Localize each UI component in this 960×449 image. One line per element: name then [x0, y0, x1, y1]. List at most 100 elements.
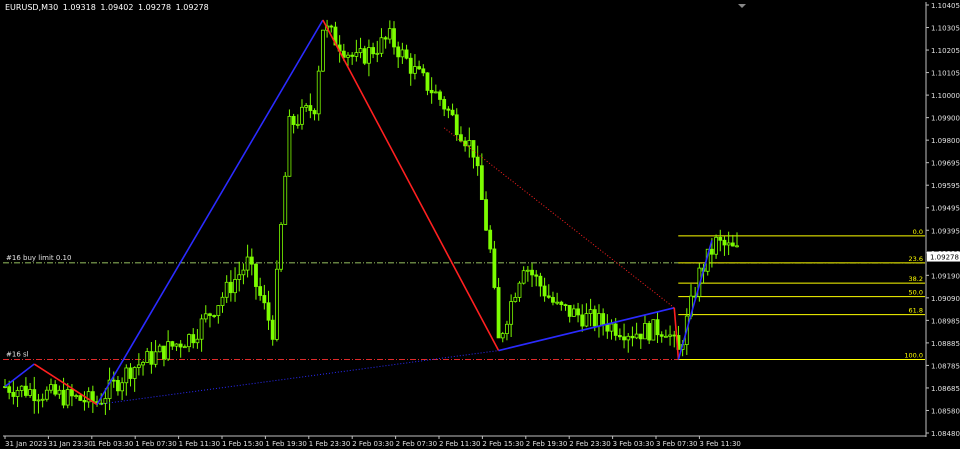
candle-body	[475, 156, 480, 167]
candle-body	[199, 318, 204, 340]
candle-body	[346, 54, 350, 58]
candle-body	[559, 301, 564, 306]
candle-body	[312, 110, 317, 115]
candle-body	[613, 323, 618, 336]
candle-body	[279, 224, 283, 270]
candle-body	[224, 281, 229, 298]
candle-body	[11, 392, 16, 397]
candle-body	[421, 68, 426, 74]
candle-body	[166, 341, 171, 360]
candle-body	[308, 105, 313, 111]
candle-body	[162, 345, 166, 360]
candle-body	[237, 274, 242, 280]
candle-body	[24, 385, 28, 396]
candle-body	[61, 389, 66, 406]
candle-body	[74, 395, 79, 397]
candle-body	[392, 28, 396, 48]
candle-body	[571, 308, 576, 317]
x-tick-label: 1 Feb 03:30	[92, 440, 133, 448]
candle-body	[638, 333, 643, 340]
candle-body	[609, 323, 614, 332]
candle-body	[429, 89, 434, 94]
candle-body	[517, 282, 522, 298]
zigzag-segment	[673, 307, 680, 360]
candle-body	[245, 256, 250, 271]
candle-body	[316, 70, 321, 115]
candle-body	[36, 399, 41, 402]
candle-body	[500, 333, 505, 339]
chart-frame	[3, 2, 927, 437]
candle-body	[651, 319, 656, 341]
candle-body	[15, 390, 20, 397]
candle-body	[459, 134, 463, 142]
candle-body	[396, 46, 401, 58]
candle-body	[471, 140, 476, 158]
price-line-label: #16 buy limit 0.10	[6, 254, 71, 262]
candle-body	[28, 389, 32, 396]
candle-body	[592, 309, 597, 327]
candle-body	[187, 334, 191, 348]
candle-body	[367, 47, 371, 64]
candle-body	[726, 242, 731, 246]
candle-body	[710, 248, 714, 255]
candle-body	[492, 248, 497, 288]
candle-body	[233, 279, 237, 294]
fib-level-label: 38.2	[909, 275, 923, 283]
y-tick-label: 1.10205	[931, 47, 960, 55]
candle-body	[576, 308, 580, 316]
y-tick-label: 1.08885	[931, 340, 960, 348]
candle-body	[634, 333, 639, 339]
x-tick-label: 2 Feb 15:30	[482, 440, 523, 448]
candle-body	[718, 236, 723, 241]
x-tick-label: 31 Jan 23:30	[48, 440, 92, 448]
candle-body	[65, 389, 70, 406]
candle-body	[584, 313, 589, 327]
y-tick-label: 1.08785	[931, 362, 960, 370]
candle-body	[283, 175, 288, 225]
candle-body	[320, 29, 325, 72]
scroll-marker-icon[interactable]	[738, 4, 746, 8]
candle-body	[425, 72, 430, 91]
candle-body	[208, 313, 212, 316]
candle-body	[647, 323, 652, 341]
projection-line	[443, 127, 675, 309]
candle-body	[103, 398, 108, 404]
candle-body	[521, 270, 526, 284]
y-tick-label: 1.09695	[931, 160, 960, 168]
price-chart[interactable]: #16 buy limit 0.10 #16 sl 0.0 23.6 38.2 50.0…	[0, 0, 960, 449]
candle-body	[413, 66, 417, 74]
candle-body	[400, 49, 405, 58]
candle-body	[442, 99, 447, 110]
x-tick-label: 3 Feb 07:30	[656, 440, 697, 448]
y-tick-label: 1.09190	[931, 272, 960, 280]
y-tick-label: 1.08580	[931, 407, 960, 415]
candle-body	[454, 114, 459, 136]
candle-body	[220, 296, 225, 306]
candle-body	[90, 391, 95, 403]
candle-body	[601, 313, 606, 326]
x-tick-label: 31 Jan 2023	[5, 440, 47, 448]
candle-body	[274, 268, 279, 340]
candle-body	[228, 281, 233, 294]
candle-body	[145, 351, 150, 363]
candle-body	[291, 115, 296, 125]
candle-body	[178, 343, 183, 348]
x-tick-label: 2 Feb 11:30	[439, 440, 480, 448]
candle-body	[626, 335, 631, 341]
y-tick-label: 1.10000	[931, 92, 960, 100]
candle-body	[78, 395, 83, 401]
candle-body	[450, 109, 455, 116]
candle-body	[509, 301, 514, 325]
candle-body	[605, 324, 610, 332]
candle-body	[555, 301, 560, 304]
candle-body	[287, 115, 292, 177]
y-tick-label: 1.09395	[931, 227, 960, 235]
candle-body	[735, 245, 739, 248]
y-tick-label: 1.10105	[931, 70, 960, 78]
candle-body	[672, 334, 677, 337]
candle-body	[597, 313, 601, 327]
candle-body	[254, 263, 258, 287]
candle-body	[617, 335, 622, 338]
candle-body	[542, 285, 547, 297]
fib-level-label: 100.0	[904, 352, 923, 360]
